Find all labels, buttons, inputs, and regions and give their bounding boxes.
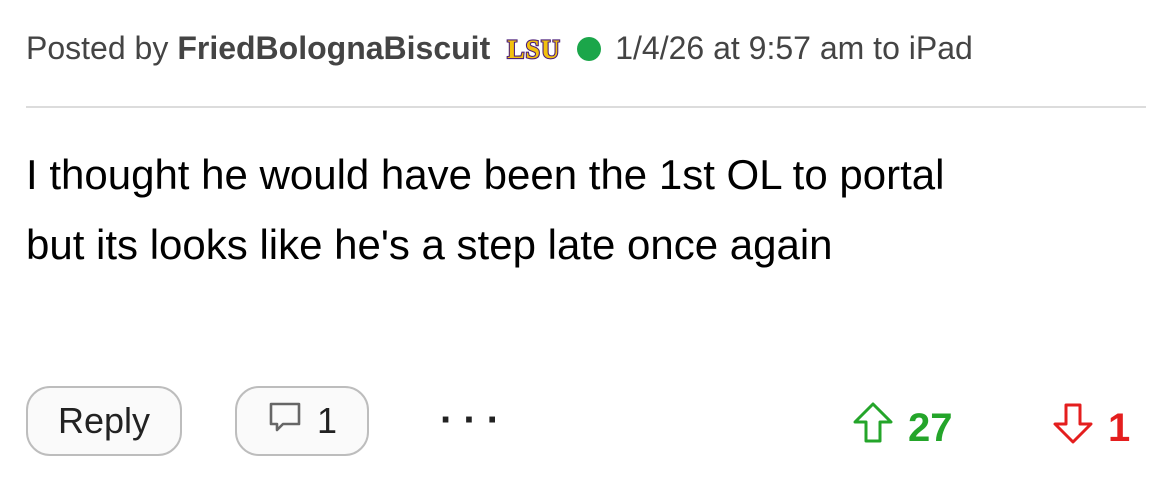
comment-icon xyxy=(267,399,303,444)
downvote-count: 1 xyxy=(1108,405,1131,450)
online-status-icon xyxy=(577,36,602,61)
svg-text:LSU: LSU xyxy=(507,35,561,63)
downvote-button[interactable]: 1 xyxy=(1050,400,1130,456)
quote-count: 1 xyxy=(316,400,338,441)
upvote-button[interactable]: 27 xyxy=(850,400,953,456)
post-header: Posted by FriedBolognaBiscuit LSU 1/4/26… xyxy=(26,30,973,67)
header-divider xyxy=(26,106,1146,108)
reply-button[interactable]: Reply xyxy=(26,386,182,456)
more-options-button[interactable]: ··· xyxy=(440,398,510,443)
upvote-count: 27 xyxy=(908,405,953,450)
post-body: I thought he would have been the 1st OL … xyxy=(26,140,1151,280)
post-body-line: but its looks like he's a step late once… xyxy=(26,221,833,268)
posted-by-label: Posted by xyxy=(26,30,169,66)
quote-count-button[interactable]: 1 xyxy=(235,386,369,456)
arrow-down-outline-icon xyxy=(1050,400,1096,456)
team-logo-icon: LSU xyxy=(500,35,568,63)
post-body-line: I thought he would have been the 1st OL … xyxy=(26,151,945,198)
arrow-up-outline-icon xyxy=(850,400,896,456)
username-link[interactable]: FriedBolognaBiscuit xyxy=(177,30,490,67)
post-timestamp: 1/4/26 at 9:57 am to iPad xyxy=(615,30,973,66)
